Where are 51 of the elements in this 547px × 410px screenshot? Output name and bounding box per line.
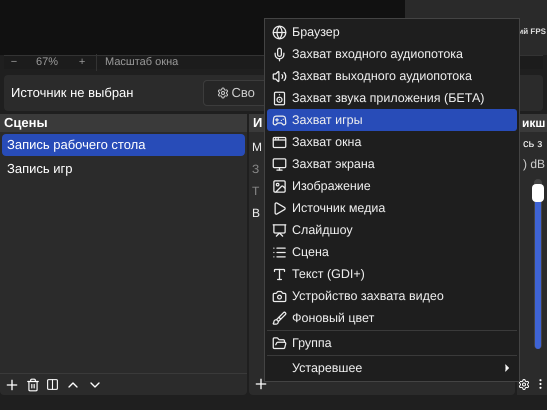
zoom-value: 67%: [36, 55, 58, 70]
mixer-header: икш: [517, 114, 547, 132]
menu-item[interactable]: Устройство захвата видео: [267, 285, 517, 307]
source-item[interactable]: М: [252, 136, 262, 158]
channel-name: сь з: [522, 137, 544, 152]
zoom-out-button[interactable]: −: [4, 54, 24, 71]
menu-item[interactable]: Изображение: [267, 175, 517, 197]
add-icon: [4, 376, 20, 392]
source-item[interactable]: В: [252, 202, 260, 224]
gamepad-icon: [272, 112, 287, 128]
trash-icon: [26, 378, 40, 392]
scale-label: Масштаб окна: [96, 54, 178, 71]
source-item[interactable]: З: [252, 158, 260, 180]
globe-icon: [272, 24, 287, 40]
speaker-box-icon: [272, 90, 287, 106]
zoom-in-button[interactable]: +: [76, 54, 88, 71]
folder-icon: [272, 336, 287, 350]
menu-item[interactable]: Фоновый цвет: [267, 307, 517, 329]
menu-item[interactable]: Захват игры: [267, 109, 517, 131]
slideshow-icon: [272, 222, 287, 238]
menu-item[interactable]: Источник медиа: [267, 197, 517, 219]
settings-icon: [518, 378, 530, 390]
menu-item[interactable]: Сцена: [267, 241, 517, 263]
menu-item[interactable]: Захват окна: [267, 131, 517, 153]
add-icon: [253, 376, 269, 392]
camera-icon: [272, 288, 287, 304]
volume-thumb[interactable]: [532, 184, 544, 202]
menu-item[interactable]: Группа: [267, 332, 517, 354]
scenes-header: Сцены: [0, 114, 247, 132]
menu-item[interactable]: Захват входного аудиопотока: [267, 43, 517, 65]
speaker-icon: [272, 68, 287, 84]
source-item[interactable]: Т: [252, 180, 260, 202]
list-icon: [272, 244, 287, 260]
menu-item[interactable]: Захват экрана: [267, 153, 517, 175]
scene-item[interactable]: Запись игр: [2, 158, 245, 180]
volume-reading: ) dB: [522, 156, 546, 172]
no-source-message: Источник не выбран: [11, 84, 134, 102]
window-icon: [272, 134, 287, 150]
menu-item[interactable]: Браузер: [267, 21, 517, 43]
image-icon: [272, 178, 287, 194]
monitor-icon: [272, 156, 287, 172]
volume-slider[interactable]: [534, 178, 542, 348]
menu-item[interactable]: Текст (GDI+): [267, 263, 517, 285]
menu-item[interactable]: Слайдшоу: [267, 219, 517, 241]
text-icon: [272, 266, 287, 282]
play-icon: [272, 200, 287, 216]
settings-icon: [217, 87, 230, 99]
scene-item[interactable]: Запись рабочего стола: [2, 134, 245, 156]
brush-icon: [272, 310, 287, 326]
microphone-icon: [272, 46, 287, 62]
menu-item[interactable]: Устаревшее: [267, 357, 517, 379]
